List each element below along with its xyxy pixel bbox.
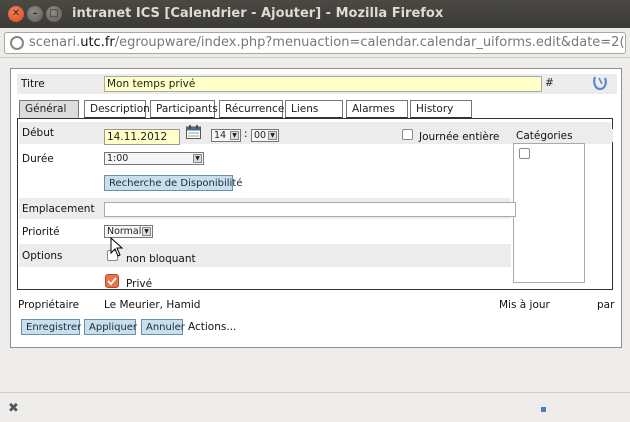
chevron-down-icon: ▼: [142, 227, 151, 236]
chevron-down-icon: ▼: [230, 131, 239, 140]
location-input[interactable]: [104, 202, 516, 217]
availability-search-button[interactable]: Recherche de Disponibilité: [104, 175, 242, 191]
duration-label: Durée: [22, 153, 54, 165]
chevron-down-icon: ▼: [268, 131, 277, 140]
categories-label: Catégories: [516, 130, 573, 142]
time-separator: :: [244, 128, 248, 140]
mouse-cursor-icon: [110, 237, 124, 257]
title-hash: #: [545, 77, 554, 89]
start-label: Début: [22, 127, 54, 139]
nonblocking-label: non bloquant: [126, 253, 196, 265]
title-label: Titre: [21, 78, 45, 90]
updated-by-label: par: [597, 299, 615, 311]
calendar-icon[interactable]: [186, 125, 201, 139]
tab-recurrence[interactable]: Récurrence: [219, 100, 284, 118]
globe-icon: [10, 36, 24, 50]
url-bar: scenari.utc.fr/egroupware/index.php?menu…: [0, 28, 630, 58]
title-input[interactable]: Mon temps privé: [104, 76, 542, 92]
allday-checkbox[interactable]: [402, 129, 413, 140]
window-maximize-button[interactable]: □: [46, 6, 62, 22]
start-minute-select[interactable]: 00 ▼: [251, 129, 279, 142]
owner-value: Le Meurier, Hamid: [104, 299, 201, 311]
duration-select[interactable]: 1:00 ▼: [104, 152, 204, 165]
cancel-button[interactable]: Annuler: [141, 319, 185, 335]
close-addon-bar-icon[interactable]: ✖: [8, 401, 19, 416]
location-label: Emplacement: [22, 203, 95, 215]
paperclip-icon[interactable]: [591, 74, 609, 92]
save-button[interactable]: Enregistrer: [21, 319, 81, 335]
updated-label: Mis à jour: [499, 299, 550, 311]
options-row: [19, 244, 511, 267]
start-date-input[interactable]: 14.11.2012: [104, 129, 180, 145]
start-minute-value: 00: [254, 130, 267, 141]
apply-button[interactable]: Appliquer: [84, 319, 137, 335]
start-hour-value: 14: [214, 130, 227, 141]
url-domain: utc.fr: [80, 35, 115, 50]
status-bar: ✖: [0, 392, 630, 422]
page-content: Titre Mon temps privé # Général Descript…: [0, 58, 630, 392]
duration-value: 1:00: [107, 153, 129, 164]
options-label: Options: [22, 250, 63, 262]
priority-value: Normal: [107, 226, 142, 237]
status-indicator-icon: [541, 407, 546, 412]
general-tab-content: Début 14.11.2012 14 ▼ : 00 ▼ Journée ent…: [17, 118, 613, 290]
allday-label: Journée entière: [419, 131, 500, 143]
tab-general[interactable]: Général: [19, 100, 79, 118]
category-checkbox[interactable]: [519, 148, 530, 159]
url-path: /egroupware/index.php?menuaction=calenda…: [114, 35, 625, 50]
checkmark-icon: [107, 277, 117, 286]
url-field[interactable]: scenari.utc.fr/egroupware/index.php?menu…: [4, 32, 626, 54]
categories-list[interactable]: [513, 143, 585, 283]
window-title: intranet ICS [Calendrier - Ajouter] - Mo…: [72, 6, 444, 21]
actions-menu[interactable]: Actions...: [188, 321, 236, 333]
private-label: Privé: [126, 278, 153, 290]
tab-alarms[interactable]: Alarmes: [346, 100, 408, 118]
event-form-panel: Titre Mon temps privé # Général Descript…: [10, 68, 622, 348]
tab-description[interactable]: Description: [84, 100, 150, 118]
chevron-down-icon: ▼: [193, 154, 202, 163]
tab-participants[interactable]: Participants: [150, 100, 218, 118]
tab-history[interactable]: History: [410, 100, 472, 118]
priority-label: Priorité: [22, 226, 60, 238]
window-close-button[interactable]: ✕: [8, 6, 24, 22]
owner-label: Propriétaire: [18, 299, 80, 311]
tab-links[interactable]: Liens: [285, 100, 343, 118]
start-hour-select[interactable]: 14 ▼: [211, 129, 241, 142]
window-titlebar: ✕ – □ intranet ICS [Calendrier - Ajouter…: [0, 0, 630, 28]
private-checkbox[interactable]: [105, 274, 119, 288]
url-text: scenari.utc.fr/egroupware/index.php?menu…: [29, 35, 625, 50]
url-prefix: scenari.: [29, 35, 81, 50]
window-minimize-button[interactable]: –: [27, 6, 43, 22]
